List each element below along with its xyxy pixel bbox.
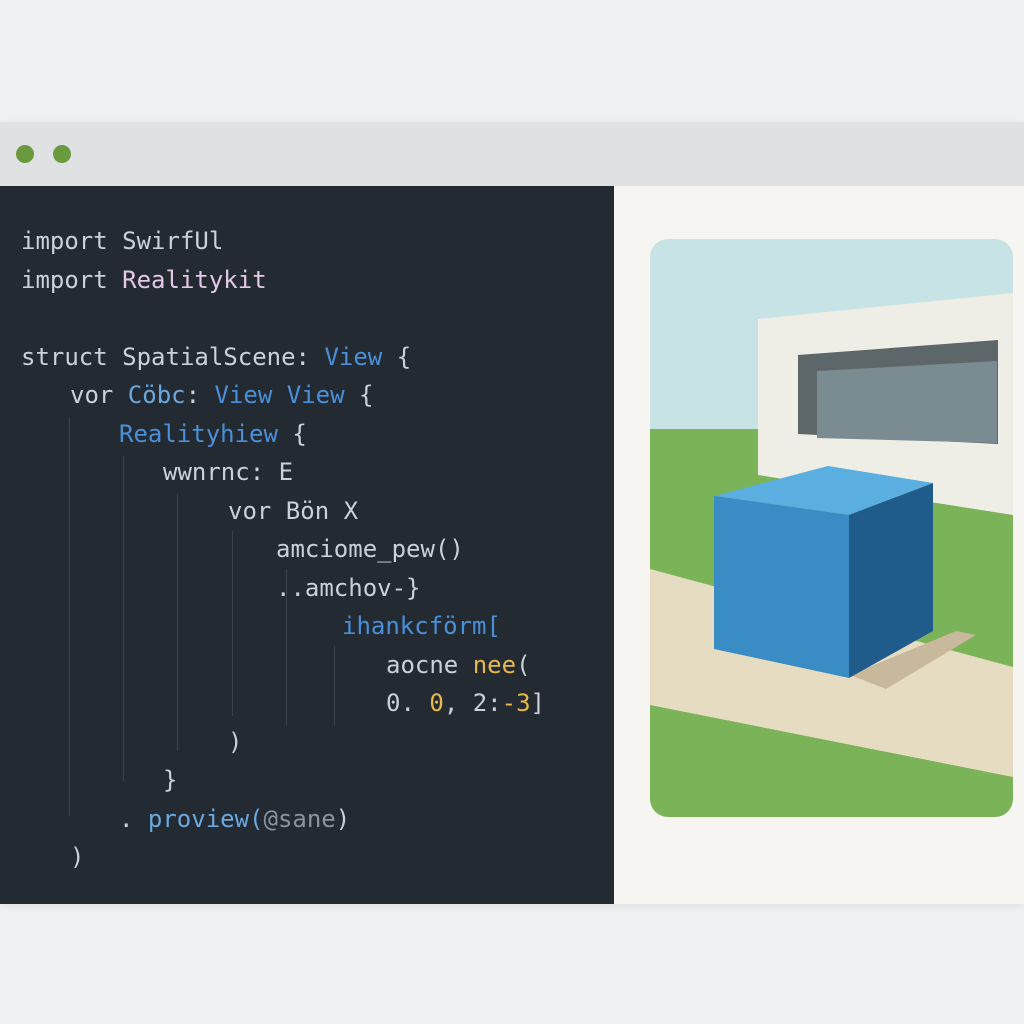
- code-line: amciome_pew(): [276, 534, 464, 564]
- code-token: (: [516, 650, 531, 679]
- code-line: ): [70, 842, 84, 872]
- indent-guide: [232, 531, 233, 716]
- code-token: View View: [214, 381, 345, 409]
- code-token: :: [185, 381, 215, 409]
- code-line: 0. 0, 2:-3]: [386, 688, 545, 718]
- code-line: vor Bön X: [228, 496, 358, 526]
- code-token: Realityhiew: [119, 419, 278, 448]
- title-bar: [0, 122, 1024, 186]
- code-token: -3: [501, 689, 531, 717]
- code-token: vor: [228, 496, 286, 525]
- code-token: ): [70, 843, 85, 871]
- code-token: .: [119, 804, 148, 833]
- indent-guide: [334, 646, 335, 726]
- code-token: ,: [443, 689, 473, 717]
- code-token: proview(: [147, 804, 264, 833]
- code-line: Realityhiew {: [119, 419, 307, 449]
- code-token: }: [163, 766, 178, 794]
- code-line: import SwirfUl: [21, 226, 223, 256]
- code-token: 0: [429, 689, 444, 717]
- code-token: import: [21, 227, 123, 255]
- code-line: struct SpatialScene: View {: [21, 342, 411, 372]
- code-token: View: [324, 342, 383, 371]
- code-token: vor: [70, 381, 128, 409]
- close-dot-icon[interactable]: [16, 145, 34, 163]
- code-line: wwnrnc: E: [163, 457, 293, 487]
- code-token: ): [228, 727, 243, 756]
- code-token: ): [335, 804, 351, 833]
- code-editor[interactable]: import SwirfUl import Realitykit struct Sp…: [0, 186, 614, 904]
- code-token: X: [343, 496, 359, 525]
- code-token: {: [344, 381, 374, 409]
- code-token: 2:: [472, 689, 502, 717]
- code-token: SpatialScene:: [122, 342, 325, 371]
- code-token: ]: [530, 689, 545, 717]
- code-token: import: [21, 265, 123, 294]
- scene-illustration: [650, 239, 1013, 817]
- code-token: wwnrnc: E: [163, 458, 294, 486]
- code-line: aocne nee(: [386, 650, 531, 680]
- app-window: import SwirfUl import Realitykit struct Sp…: [0, 122, 1024, 904]
- code-token: {: [382, 342, 412, 371]
- code-token: SwirfUl: [122, 227, 224, 255]
- code-line: ihankcförm[: [342, 611, 501, 641]
- code-line: ): [228, 727, 242, 757]
- code-token: Bön: [285, 496, 344, 525]
- indent-guide: [69, 417, 70, 816]
- code-token: 0.: [386, 689, 430, 717]
- code-line: import Realitykit: [21, 265, 267, 295]
- code-token: struct: [21, 342, 123, 371]
- preview-pane: [614, 186, 1024, 904]
- code-token: ihankcförm[: [342, 612, 501, 640]
- code-line: . proview(@sane): [119, 804, 350, 834]
- window-glass: [817, 361, 997, 443]
- minimize-dot-icon[interactable]: [53, 145, 71, 163]
- code-token: {: [277, 419, 307, 448]
- code-line: ..amchov-}: [276, 573, 421, 603]
- code-token: Realitykit: [122, 265, 267, 294]
- code-token: amciome_pew(): [276, 535, 464, 563]
- code-token: @sane: [263, 804, 336, 833]
- code-line: vor Cöbc: View View {: [70, 380, 373, 410]
- reality-preview-scene[interactable]: [650, 239, 1013, 817]
- cube-front-face: [714, 496, 849, 678]
- code-token: Cöbc: [127, 381, 186, 409]
- indent-guide: [177, 494, 178, 751]
- code-line: }: [163, 765, 177, 795]
- indent-guide: [123, 456, 124, 781]
- code-token: ..amchov-}: [276, 573, 421, 602]
- code-token: aocne: [386, 650, 473, 679]
- code-token: nee: [472, 650, 517, 679]
